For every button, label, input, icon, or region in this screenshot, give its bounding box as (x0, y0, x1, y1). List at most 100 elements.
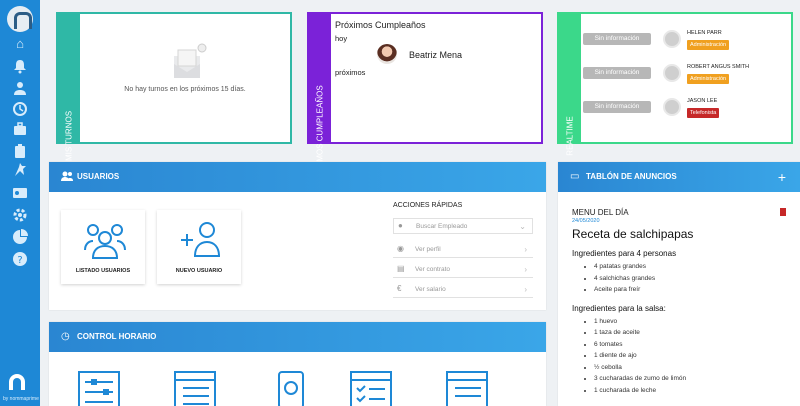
realtime-vertical-label: REALTIME (559, 14, 581, 156)
employee-name: HELEN PARR (687, 30, 722, 36)
list-item: ½ cebolla (594, 362, 790, 374)
control-horario-header: ◷ CONTROL HORARIO (49, 322, 546, 352)
search-placeholder: Buscar Empleado (416, 223, 468, 230)
nuevo-usuario-button[interactable]: NUEVO USUARIO (157, 210, 241, 284)
widget-cumpleanos: PRÓXIMOS CUMPLEAÑOS Próximos Cumpleaños … (307, 12, 543, 187)
profile-icon: ◉ (397, 244, 404, 253)
list-item: 1 diente de ajo (594, 350, 790, 362)
user-icon: ● (398, 221, 403, 230)
list-item: 6 tomates (594, 339, 790, 351)
list-item: 1 taza de aceite (594, 327, 790, 339)
realtime-row[interactable]: Sin información HELEN PARR Administració… (583, 30, 773, 60)
widget-turnos: MIS TURNOS No hay turnos en los próximos… (56, 12, 292, 161)
employee-name: ROBERT ANGUS SMITH (687, 64, 750, 70)
cumpleanos-proximos: próximos (335, 68, 366, 77)
employee-search-input[interactable]: ● Buscar Empleado ⌄ (393, 218, 533, 234)
settings-icon[interactable] (12, 207, 28, 223)
section-title: Ingredientes para la salsa: (572, 303, 666, 313)
employee-name: JASON LEE (687, 98, 718, 104)
tablon-header: ▭ TABLÓN DE ANUNCIOS + (558, 162, 800, 192)
clock-icon[interactable] (12, 101, 28, 117)
list-item: 1 cucharada de leche (594, 385, 790, 397)
report-icon[interactable] (445, 370, 489, 406)
birthday-person-name[interactable]: Beatriz Mena (409, 50, 462, 60)
announcement: MENU DEL DÍA 24/05/2020 Receta de salchi… (572, 208, 790, 396)
announcement-date: 24/05/2020 (572, 218, 600, 224)
avatar (663, 30, 681, 48)
announcement-heading: Receta de salchipapas (572, 227, 694, 241)
ver-contrato-action[interactable]: ▤ Ver contrato › (393, 262, 533, 278)
control-horario-title: CONTROL HORARIO (77, 332, 157, 341)
newspaper-icon: ▭ (570, 171, 580, 182)
ingredient-list: 1 huevo 1 taza de aceite 6 tomates 1 die… (572, 316, 790, 397)
listado-usuarios-button[interactable]: LISTADO USUARIOS (61, 210, 145, 284)
acciones-rapidas-title: ACCIONES RÁPIDAS (393, 202, 463, 209)
trash-icon[interactable] (780, 208, 786, 216)
list-item: 3 cucharadas de zumo de limón (594, 373, 790, 385)
add-announcement-button[interactable]: + (778, 162, 786, 192)
chevron-right-icon: › (524, 285, 527, 294)
role-badge: Administración (687, 40, 730, 50)
clock-device-icon[interactable] (269, 370, 313, 406)
brand-text: by nommaprime (3, 396, 39, 402)
users-group-icon (84, 224, 126, 259)
tile-label: NUEVO USUARIO (175, 268, 223, 274)
list-item: Aceite para freír (594, 284, 790, 296)
list-item: 4 salchichas grandes (594, 273, 790, 285)
sidebar: ⌂ ? by nommaprime (0, 0, 40, 406)
tablon-title: TABLÓN DE ANUNCIOS (586, 172, 677, 181)
checklist-icon[interactable] (349, 370, 393, 406)
realtime-row[interactable]: Sin información JASON LEE Telefonista (583, 98, 773, 128)
bell-icon[interactable] (12, 58, 28, 74)
turnos-empty-text: No hay turnos en los próximos 15 días. (124, 86, 246, 93)
ver-salario-action[interactable]: € Ver salario › (393, 282, 533, 298)
section-title: Ingredientes para 4 personas (572, 249, 677, 258)
schedule-list-icon[interactable] (173, 370, 217, 406)
cumpleanos-vertical-label: PRÓXIMOS CUMPLEAÑOS (309, 14, 331, 187)
usuarios-header: USUARIOS (49, 162, 546, 192)
list-item: 1 huevo (594, 316, 790, 328)
ingredient-list: 4 patatas grandes 4 salchichas grandes A… (572, 261, 790, 296)
users-icon (61, 162, 73, 205)
users-icon[interactable] (12, 80, 28, 96)
id-card-icon[interactable] (12, 185, 28, 201)
schedule-sliders-icon[interactable] (77, 370, 121, 406)
add-user-icon (181, 222, 221, 257)
action-label: Ver salario (415, 286, 446, 293)
widget-realtime: REALTIME Sin información HELEN PARR Admi… (557, 12, 793, 156)
usuarios-panel: USUARIOS LISTADO USUARIOS NUEVO USUARIO … (49, 162, 546, 310)
brand-logo (6, 374, 32, 392)
usuarios-title: USUARIOS (77, 172, 120, 181)
tablon-panel: ▭ TABLÓN DE ANUNCIOS + MENU DEL DÍA 24/0… (558, 162, 800, 406)
control-horario-panel: ◷ CONTROL HORARIO (49, 322, 546, 406)
cumpleanos-hoy: hoy (335, 34, 348, 43)
chevron-down-icon[interactable]: ⌄ (519, 222, 526, 231)
chevron-right-icon: › (524, 265, 527, 274)
status-badge: Sin información (583, 33, 651, 45)
chart-icon[interactable] (12, 229, 28, 245)
euro-icon: € (397, 284, 402, 293)
document-icon: ▤ (397, 264, 405, 273)
role-badge: Administración (687, 74, 730, 84)
action-label: Ver perfil (415, 246, 441, 253)
role-badge: Telefonista (687, 108, 720, 118)
empty-inbox-icon (174, 43, 207, 78)
svg-text:?: ? (17, 255, 22, 266)
chevron-right-icon: › (524, 245, 527, 254)
announcement-title: MENU DEL DÍA (572, 208, 629, 217)
help-icon[interactable]: ? (12, 251, 28, 267)
clipboard-icon[interactable] (12, 143, 28, 159)
briefcase-icon[interactable] (12, 121, 28, 137)
status-badge: Sin información (583, 101, 651, 113)
cumpleanos-title: Próximos Cumpleaños (335, 20, 426, 30)
realtime-row[interactable]: Sin información ROBERT ANGUS SMITH Admin… (583, 64, 773, 94)
pin-icon[interactable] (12, 163, 28, 179)
turnos-vertical-label: MIS TURNOS (58, 14, 80, 161)
app-logo[interactable] (7, 6, 33, 32)
list-item: 4 patatas grandes (594, 261, 790, 273)
status-badge: Sin información (583, 67, 651, 79)
clock-icon: ◷ (61, 331, 70, 342)
action-label: Ver contrato (415, 266, 451, 273)
ver-perfil-action[interactable]: ◉ Ver perfil › (393, 242, 533, 258)
home-icon[interactable]: ⌂ (12, 36, 28, 52)
